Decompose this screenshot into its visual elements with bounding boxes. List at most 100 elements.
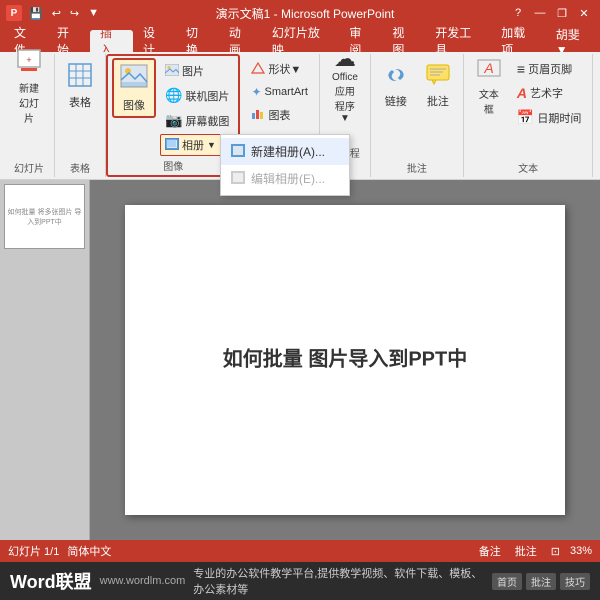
smartart-label: SmartArt <box>265 86 308 98</box>
banner-tags: 首页 批注 技巧 <box>492 573 590 590</box>
window-controls: ? — ❐ ✕ <box>508 4 594 22</box>
comments-status-btn[interactable]: 批注 <box>511 543 541 559</box>
screenshot-icon: 📷 <box>165 112 182 129</box>
minimize-btn[interactable]: — <box>530 4 550 22</box>
tab-home[interactable]: 开始 <box>47 30 90 52</box>
edit-album-item[interactable]: 编辑相册(E)... <box>221 165 349 192</box>
group-links-content: 链接 批注 <box>377 56 457 158</box>
banner-logo-word: Word <box>10 572 56 592</box>
date-icon: 📅 <box>517 109 534 126</box>
slide-canvas: 如何批量 图片导入到PPT中 <box>90 180 600 540</box>
help-btn[interactable]: ? <box>508 4 528 22</box>
group-slides-content: + 新建幻灯片 <box>10 56 48 158</box>
wordart-icon: A <box>517 85 527 101</box>
smartart-button[interactable]: ✦ SmartArt <box>246 82 312 102</box>
screenshot-button[interactable]: 📷 屏幕截图 <box>160 109 234 132</box>
bottom-banner: Word联盟 www.wordlm.com 专业的办公软件教学平台,提供教学视频… <box>0 562 600 600</box>
group-images-label: 图像 <box>112 158 234 175</box>
group-apps-content: ☁ Office应用程序▼ <box>326 56 364 143</box>
tab-view[interactable]: 视图 <box>382 30 425 52</box>
date-button[interactable]: 📅 日期时间 <box>512 106 586 129</box>
textbox-icon: A <box>477 57 501 84</box>
table-button[interactable]: 表格 <box>61 56 99 116</box>
fit-btn[interactable]: ⊡ <box>547 545 564 558</box>
shapes-icon <box>251 61 265 77</box>
save-btn[interactable]: 💾 <box>26 5 46 22</box>
tab-animation[interactable]: 动画 <box>219 30 262 52</box>
header-icon: ≡ <box>517 61 525 77</box>
tab-slideshow[interactable]: 幻灯片放映 <box>262 30 339 52</box>
tab-transition[interactable]: 切换 <box>176 30 219 52</box>
banner-logo-union: 联盟 <box>56 572 92 592</box>
slide-panel: 1 如何批量 将多张图片 导入到PPT中 <box>0 180 90 540</box>
new-album-icon <box>231 144 245 160</box>
zoom-level: 33% <box>570 545 592 557</box>
tab-dev[interactable]: 开发工具 <box>425 30 491 52</box>
tab-insert[interactable]: 插入 <box>90 30 133 52</box>
picture-icon <box>165 63 179 79</box>
title-bar-left: P 💾 ↩ ↪ ▼ <box>6 5 102 22</box>
textbox-button[interactable]: A 文本框 <box>470 56 508 116</box>
link-label: 链接 <box>385 93 407 109</box>
group-links: 链接 批注 批注 <box>371 54 464 177</box>
picture-label: 图片 <box>182 63 204 79</box>
redo-btn[interactable]: ↪ <box>67 5 82 22</box>
language-indicator: 简体中文 <box>67 543 111 559</box>
tab-design[interactable]: 设计 <box>133 30 176 52</box>
picture-button[interactable]: 图片 <box>160 60 234 82</box>
status-left: 幻灯片 1/1 简体中文 <box>8 543 111 559</box>
shapes-button[interactable]: 形状▼ <box>246 58 312 80</box>
online-pic-label: 联机图片 <box>185 88 229 104</box>
chart-button[interactable]: 图表 <box>246 104 312 126</box>
new-slide-icon: + <box>16 48 42 78</box>
banner-tag-2[interactable]: 技巧 <box>560 573 590 590</box>
customize-btn[interactable]: ▼ <box>85 5 102 21</box>
group-text-content: A 文本框 ≡ 页眉页脚 A 艺术字 📅 日期时间 <box>470 56 586 158</box>
undo-btn[interactable]: ↩ <box>49 5 64 22</box>
office-app-button[interactable]: ☁ Office应用程序▼ <box>326 56 364 116</box>
status-bar: 幻灯片 1/1 简体中文 备注 批注 ⊡ 33% <box>0 540 600 562</box>
banner-tag-0[interactable]: 首页 <box>492 573 522 590</box>
comment-button[interactable]: 批注 <box>419 56 457 116</box>
album-icon <box>165 137 179 153</box>
group-text-label: 文本 <box>470 160 586 177</box>
link-icon <box>384 64 408 91</box>
tab-hufei[interactable]: 胡斐▼ <box>546 30 600 52</box>
notes-btn[interactable]: 备注 <box>475 543 505 559</box>
date-label: 日期时间 <box>537 110 581 126</box>
group-table-content: 表格 <box>61 56 99 158</box>
wordart-button[interactable]: A 艺术字 <box>512 82 586 104</box>
header-button[interactable]: ≡ 页眉页脚 <box>512 58 586 80</box>
online-pic-icon: 🌐 <box>165 87 182 104</box>
svg-text:+: + <box>26 55 31 65</box>
header-label: 页眉页脚 <box>528 61 572 77</box>
new-album-item[interactable]: 新建相册(A)... <box>221 138 349 165</box>
office-app-icon: ☁ <box>334 48 356 70</box>
banner-tag-1[interactable]: 批注 <box>526 573 556 590</box>
quick-access-toolbar: 💾 ↩ ↪ ▼ <box>26 5 102 22</box>
tab-addins[interactable]: 加载项 <box>491 30 545 52</box>
title-bar: P 💾 ↩ ↪ ▼ 演示文稿1 - Microsoft PowerPoint ?… <box>0 0 600 26</box>
link-button[interactable]: 链接 <box>377 56 415 116</box>
group-symbols: Ω 符号 ▶ 媒体 符号 <box>593 54 600 177</box>
image-button[interactable]: 图像 <box>112 58 156 118</box>
shapes-label: 形状▼ <box>268 61 301 77</box>
group-images-content: 图像 图片 🌐 联机图片 📷 屏幕截图 <box>112 58 234 156</box>
image-label: 图像 <box>123 97 145 113</box>
slide-white[interactable]: 如何批量 图片导入到PPT中 <box>125 205 565 515</box>
group-text: A 文本框 ≡ 页眉页脚 A 艺术字 📅 日期时间 文本 <box>464 54 593 177</box>
banner-logo[interactable]: Word联盟 <box>10 568 92 594</box>
slides-info: 幻灯片 1/1 <box>8 543 59 559</box>
restore-btn[interactable]: ❐ <box>552 4 572 22</box>
comment-icon <box>426 64 450 91</box>
close-btn[interactable]: ✕ <box>574 4 594 22</box>
online-pic-button[interactable]: 🌐 联机图片 <box>160 84 234 107</box>
slide-thumbnail[interactable]: 如何批量 将多张图片 导入到PPT中 <box>4 184 85 249</box>
wordart-label: 艺术字 <box>530 85 563 101</box>
window-title: 演示文稿1 - Microsoft PowerPoint <box>102 5 508 22</box>
slide-thumb-text: 如何批量 将多张图片 导入到PPT中 <box>5 205 84 229</box>
album-dropdown-icon: ▼ <box>207 140 216 150</box>
text-small-col: ≡ 页眉页脚 A 艺术字 📅 日期时间 <box>512 56 586 129</box>
edit-album-label: 编辑相册(E)... <box>251 170 325 187</box>
new-slide-button[interactable]: + 新建幻灯片 <box>10 56 48 116</box>
